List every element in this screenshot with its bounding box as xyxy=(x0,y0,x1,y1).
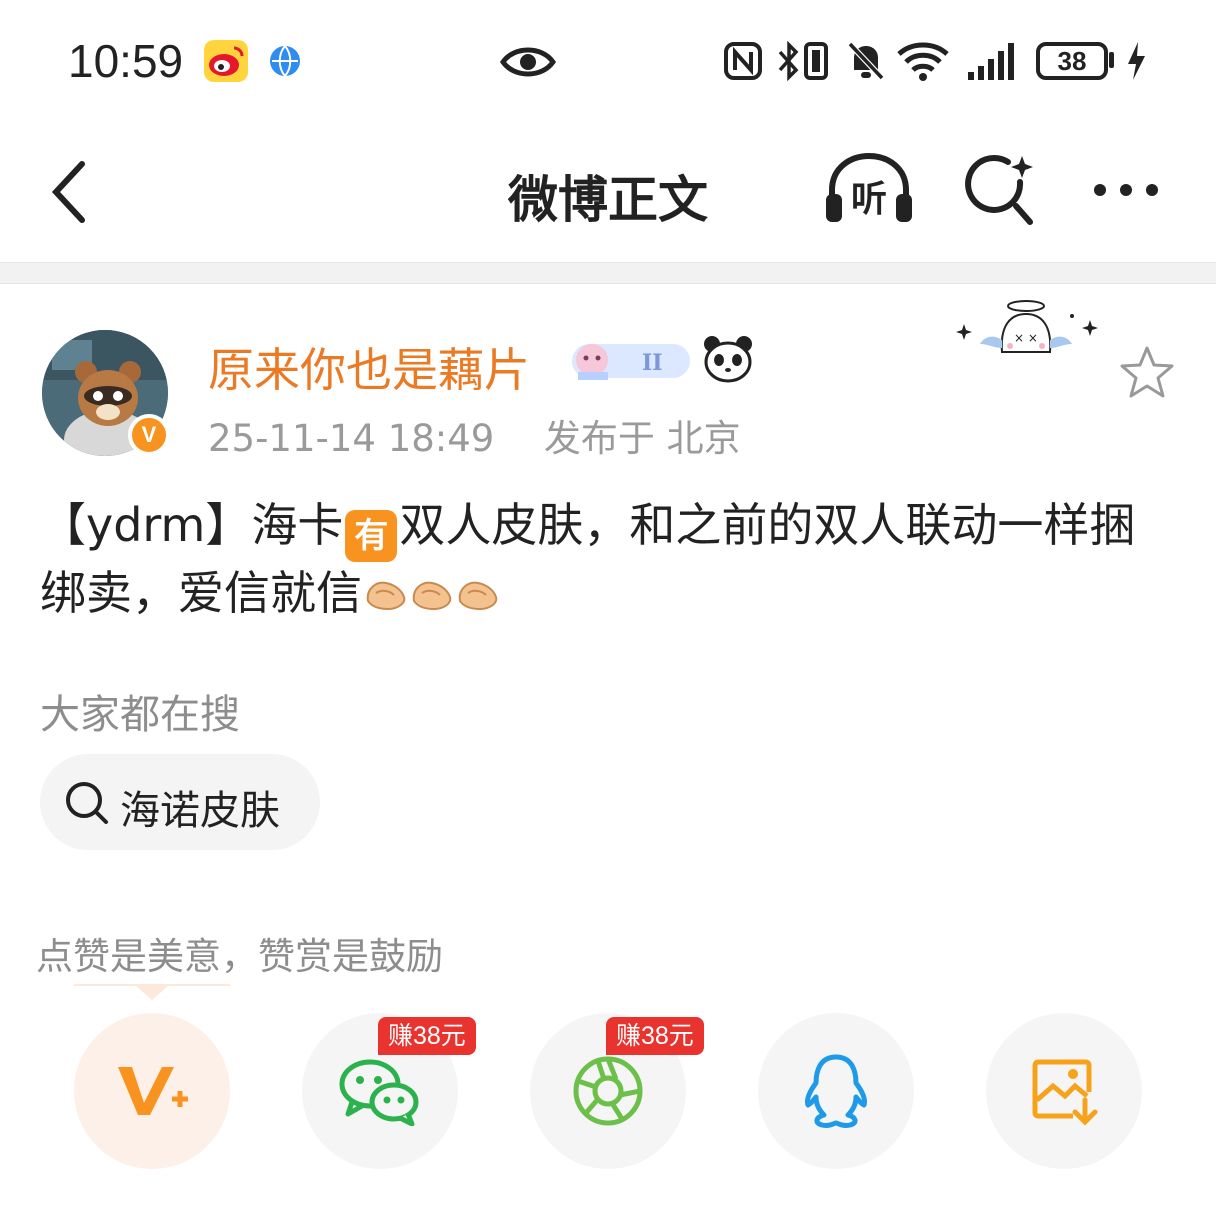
earn-badge-wechat: 赚38元 xyxy=(378,1017,476,1055)
clapping-hand-emoji-icon xyxy=(458,581,498,611)
post-content: 【ydrm】海卡有双人皮肤，和之前的双人联动一样捆绑卖，爱信就信 xyxy=(40,494,1180,624)
search-icon xyxy=(64,780,110,826)
search-chip-label[interactable]: 海诺皮肤 xyxy=(120,778,280,836)
section-divider xyxy=(0,262,1216,284)
post-location: 发布于 北京 xyxy=(543,417,741,460)
battery-level: 38 xyxy=(1036,42,1108,80)
more-dots-icon xyxy=(1094,184,1158,196)
status-time: 10:59 xyxy=(68,35,184,87)
favorite-button[interactable] xyxy=(1118,344,1176,400)
verified-badge: V xyxy=(128,414,170,456)
charging-icon xyxy=(1124,40,1148,82)
clapping-hand-emoji-icon xyxy=(412,581,452,611)
save-image-icon xyxy=(1032,1059,1098,1126)
weibo-app-icon xyxy=(204,40,248,82)
mute-bell-icon xyxy=(846,40,886,82)
moments-icon xyxy=(573,1056,643,1126)
share-qq-button[interactable] xyxy=(758,1013,914,1169)
sparkle-search-icon xyxy=(965,155,1033,225)
eye-icon xyxy=(500,44,556,80)
signal-icon xyxy=(968,42,1020,80)
nfc-icon xyxy=(724,42,762,80)
svg-text:× ×: × × xyxy=(1014,331,1038,345)
reward-hint: 点赞是美意，赞赏是鼓励 xyxy=(36,935,443,978)
qq-icon xyxy=(805,1054,867,1129)
bluetooth-vibrate-icon xyxy=(776,40,832,82)
wechat-icon xyxy=(339,1059,419,1126)
listen-label: 听 xyxy=(850,179,887,220)
browser-app-icon xyxy=(268,44,302,78)
listen-button[interactable]: 听 xyxy=(822,152,916,228)
inline-badge: 有 xyxy=(345,510,398,562)
save-image-button[interactable] xyxy=(986,1013,1142,1169)
vplus-icon xyxy=(118,1067,188,1115)
trending-search-heading: 大家都在搜 xyxy=(40,692,240,738)
more-button[interactable] xyxy=(1086,172,1166,208)
username[interactable]: 原来你也是藕片 xyxy=(208,334,530,400)
clapping-hand-emoji-icon xyxy=(366,581,406,611)
star-icon xyxy=(1120,346,1174,398)
ai-search-button[interactable] xyxy=(962,152,1042,228)
angel-ghost-decoration-icon: × × xyxy=(954,296,1104,368)
post-text-prefix: 【ydrm】海卡 xyxy=(40,498,344,552)
svg-text:II: II xyxy=(642,350,663,376)
panda-badge-icon xyxy=(702,334,754,384)
zodiac-badge-icon: II xyxy=(570,338,692,384)
post-timestamp: 25-11-14 18:49 xyxy=(208,417,495,460)
tooltip-arrow xyxy=(136,986,168,1000)
battery-tip xyxy=(1109,52,1114,68)
post-meta: 25-11-14 18:49 发布于 北京 xyxy=(208,408,741,462)
reward-vplus-button[interactable] xyxy=(74,1013,230,1169)
wifi-icon xyxy=(896,40,950,82)
earn-badge-moments: 赚38元 xyxy=(606,1017,704,1055)
